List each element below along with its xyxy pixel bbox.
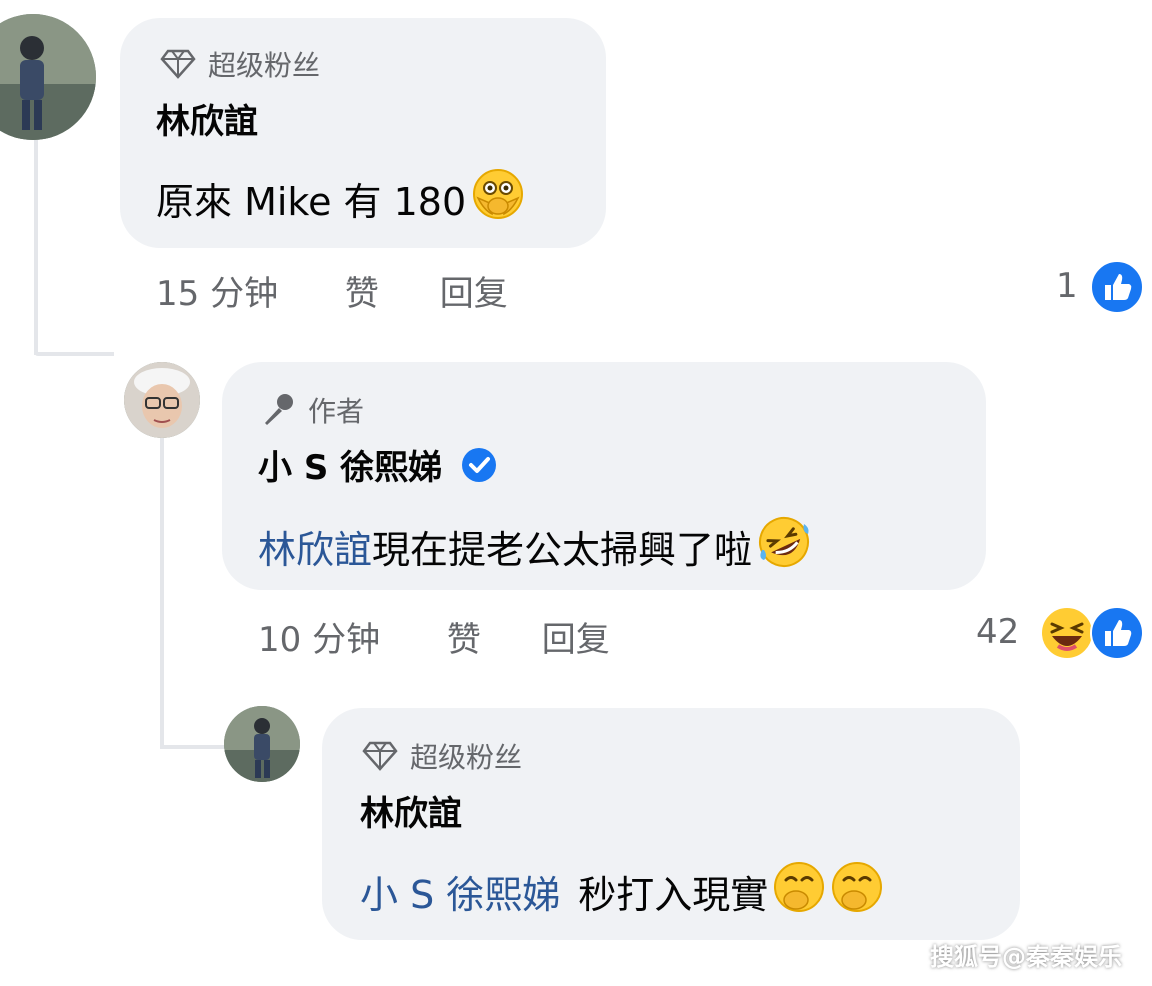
avatar-photo [124, 362, 200, 438]
comment-meta: 10 分钟 赞 回复 [258, 612, 610, 661]
like-reaction-icon[interactable] [1090, 260, 1144, 318]
like-reaction-icon[interactable] [1090, 606, 1144, 664]
comment-text: 林欣誼 現在提老公太掃興了啦 [258, 514, 812, 579]
like-button[interactable]: 赞 [345, 274, 379, 314]
diamond-icon [362, 741, 398, 771]
author-badge: 作者 [260, 390, 364, 430]
hand-over-mouth-emoji [830, 860, 884, 923]
author-name[interactable]: 林欣誼 [156, 94, 258, 143]
comment-meta: 15 分钟 赞 回复 [156, 266, 508, 315]
haha-reaction-icon[interactable] [1040, 606, 1094, 664]
timestamp: 10 分钟 [258, 620, 381, 660]
badge-label: 超级粉丝 [208, 49, 321, 82]
avatar-photo [0, 14, 96, 140]
avatar[interactable] [124, 362, 200, 438]
timestamp: 15 分钟 [156, 274, 279, 314]
thread-line-curve-1 [34, 352, 114, 356]
author-name[interactable]: 小 S 徐熙娣 [258, 440, 498, 489]
verified-badge-icon [462, 447, 497, 482]
mention-link[interactable]: 小 S 徐熙娣 [360, 864, 560, 919]
badge-label: 超级粉丝 [410, 741, 523, 774]
badge-label: 作者 [308, 395, 365, 428]
avatar[interactable] [224, 706, 300, 782]
microphone-icon [265, 394, 293, 425]
diamond-icon [160, 49, 196, 79]
reaction-count: 42 [976, 612, 1020, 652]
comment-text: 原來 Mike 有 180 [156, 168, 526, 229]
thread-line-reply [160, 438, 164, 748]
thread-line-main [34, 140, 38, 355]
thread-line-curve-2 [160, 745, 225, 749]
comment-text-body: 原來 Mike 有 180 [156, 180, 467, 224]
watermark: 搜狐号@秦秦娱乐 [930, 943, 1122, 971]
reply-button[interactable]: 回复 [440, 274, 508, 314]
hand-over-mouth-emoji [772, 860, 826, 923]
author-name-text: 林欣誼 [156, 102, 258, 142]
reaction-count: 1 [1056, 266, 1078, 306]
comment-text: 小 S 徐熙娣 秒打入現實 [360, 860, 884, 923]
avatar[interactable] [0, 14, 96, 140]
author-name-text: 小 S 徐熙娣 [258, 448, 443, 488]
comment-text-body: 現在提老公太掃興了啦 [372, 528, 753, 572]
rolling-on-floor-laughing-emoji [756, 514, 812, 579]
mention-link[interactable]: 林欣誼 [258, 519, 372, 574]
like-button[interactable]: 赞 [447, 620, 481, 660]
author-name[interactable]: 林欣誼 [360, 786, 462, 835]
comment-text-body: 秒打入現實 [578, 873, 769, 917]
super-fan-badge: 超级粉丝 [362, 736, 522, 776]
face-with-hand-over-mouth-emoji [470, 168, 526, 229]
reply-button[interactable]: 回复 [542, 620, 610, 660]
avatar-photo [224, 706, 300, 782]
author-name-text: 林欣誼 [360, 794, 462, 834]
super-fan-badge: 超级粉丝 [160, 44, 320, 84]
